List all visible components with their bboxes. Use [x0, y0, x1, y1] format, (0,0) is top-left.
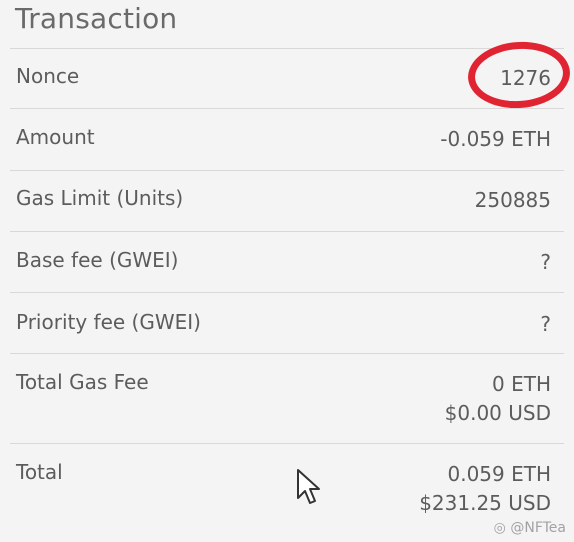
total-gas-fee-eth: 0 ETH	[492, 372, 551, 396]
divider	[10, 231, 564, 232]
base-fee-value: ?	[540, 250, 551, 274]
base-fee-label: Base fee (GWEI)	[16, 248, 179, 272]
total-gas-fee-usd: $0.00 USD	[444, 401, 551, 425]
gas-limit-value: 250885	[474, 188, 551, 212]
priority-fee-value: ?	[540, 312, 551, 336]
amount-label: Amount	[16, 125, 95, 149]
divider	[10, 443, 564, 444]
total-gas-fee-value: 0 ETH $0.00 USD	[445, 370, 551, 428]
divider	[10, 48, 564, 49]
total-value: 0.059 ETH $231.25 USD	[419, 460, 551, 518]
total-usd: $231.25 USD	[419, 491, 551, 515]
amount-value: -0.059 ETH	[440, 127, 551, 151]
panel-title: Transaction	[15, 2, 178, 35]
mouse-cursor-icon	[296, 468, 322, 512]
weibo-icon: ◎	[493, 520, 506, 536]
nonce-label: Nonce	[16, 64, 80, 88]
watermark: ◎ @NFTea	[494, 520, 566, 536]
divider	[10, 353, 564, 354]
total-eth: 0.059 ETH	[447, 462, 551, 486]
divider	[10, 108, 564, 109]
divider	[10, 292, 564, 293]
watermark-text: @NFTea	[510, 520, 566, 536]
divider	[10, 170, 564, 171]
total-label: Total	[16, 460, 63, 484]
total-gas-fee-label: Total Gas Fee	[16, 370, 149, 394]
annotation-circle	[465, 38, 573, 112]
priority-fee-label: Priority fee (GWEI)	[16, 310, 201, 334]
gas-limit-label: Gas Limit (Units)	[16, 186, 184, 210]
